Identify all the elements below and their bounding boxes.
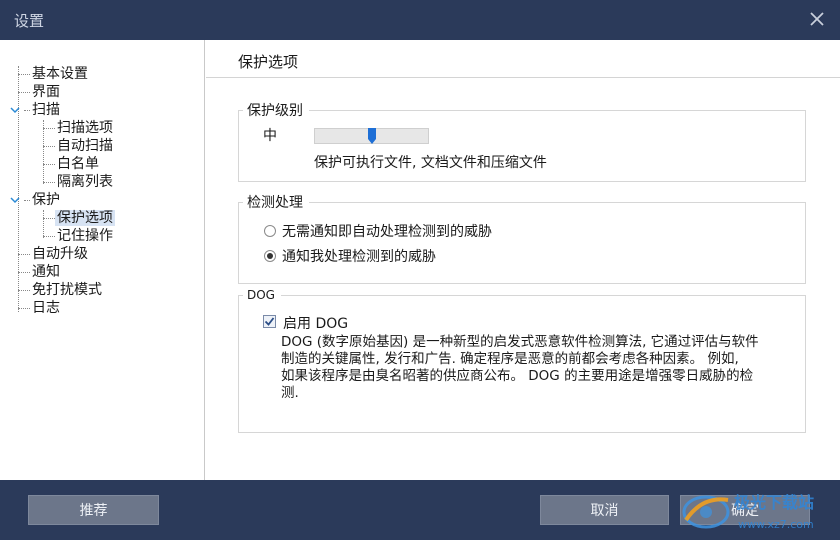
panel-header: 保护选项 [206,40,840,78]
recommend-button[interactable]: 推荐 [28,495,159,525]
dog-description-line: DOG (数字原始基因) 是一种新型的启发式恶意软件检测算法, 它通过评估与软件 [281,334,759,350]
slider-thumb-icon[interactable] [368,128,376,144]
check-icon [264,317,275,326]
window-title: 设置 [14,12,45,30]
radio-notify-me-label[interactable]: 通知我处理检测到的威胁 [282,246,436,266]
sidebar-item-logs[interactable]: 日志 [32,299,60,317]
radio-notify-me[interactable] [264,250,276,262]
detection-title: 检测处理 [243,192,309,212]
tree-line [18,272,30,273]
chevron-down-icon[interactable] [10,195,20,205]
dog-description-line: 如果该程序是由臭名昭著的供应商公布。 DOG 的主要用途是增强零日威胁的检 [281,368,754,384]
cancel-button[interactable]: 取消 [540,495,669,525]
tree-line [18,308,30,309]
sidebar-item-scan[interactable]: 扫描 [32,101,60,119]
tree-line [18,92,30,93]
detection-group: 检测处理 [238,192,806,284]
tree-line [24,200,30,201]
tree-line [43,164,55,165]
watermark-text: 极光下载站 [734,493,814,512]
site-watermark-logo: 极光下载站 www.xz7.com [682,493,814,531]
dog-description: DOG (数字原始基因) 是一种新型的启发式恶意软件检测算法, 它通过评估与软件… [281,334,811,402]
settings-nav-tree: 基本设置 界面 扫描 扫描选项 自动扫描 白名单 隔离列表 保护 保护选项 记住… [0,40,205,480]
close-icon[interactable] [806,8,828,30]
tree-line [43,120,44,184]
protection-level-description: 保护可执行文件, 文档文件和压缩文件 [314,155,547,171]
watermark-url: www.xz7.com [738,518,814,531]
tree-line [18,74,30,75]
sidebar-item-auto-update[interactable]: 自动升级 [32,245,88,263]
tree-line [24,110,30,111]
tree-line [43,182,55,183]
sidebar-item-whitelist[interactable]: 白名单 [57,155,99,173]
enable-dog-label[interactable]: 启用 DOG [283,313,348,333]
dog-title: DOG [243,288,281,302]
title-bar: 设置 [0,0,840,40]
tree-line [43,128,55,129]
tree-line [43,236,55,237]
radio-auto-handle-label[interactable]: 无需通知即自动处理检测到的威胁 [282,221,492,241]
tree-line [18,290,30,291]
sidebar-item-protection[interactable]: 保护 [32,191,60,209]
sidebar-item-notifications[interactable]: 通知 [32,263,60,281]
tree-line [18,254,30,255]
sidebar-item-quarantine[interactable]: 隔离列表 [57,173,113,191]
tree-line [43,210,44,238]
sidebar-item-basic-settings[interactable]: 基本设置 [32,65,88,83]
protection-level-value: 中 [263,128,277,144]
protection-level-slider[interactable] [314,128,429,144]
sidebar-item-remember-actions[interactable]: 记住操作 [57,227,113,245]
enable-dog-checkbox[interactable] [263,315,276,328]
sidebar-item-do-not-disturb[interactable]: 免打扰模式 [32,281,102,299]
radio-auto-handle[interactable] [264,225,276,237]
tree-line [43,146,55,147]
tree-line [18,66,19,312]
tree-line [43,218,55,219]
protection-level-title: 保护级别 [243,100,309,120]
sidebar-item-interface[interactable]: 界面 [32,83,60,101]
settings-content-panel: 保护选项 保护级别 中 保护可执行文件, 文档文件和压缩文件 检测处理 无需通知… [206,40,840,480]
sidebar-item-auto-scan[interactable]: 自动扫描 [57,137,113,155]
sidebar-item-protection-options[interactable]: 保护选项 [55,209,115,227]
dog-description-line: 制造的关键属性, 发行和广告. 确定程序是恶意的前都会考虑各种因素。 例如, [281,351,739,367]
sidebar-item-scan-options[interactable]: 扫描选项 [57,119,113,137]
dog-description-line: 测. [281,385,299,401]
page-title: 保护选项 [238,53,299,71]
chevron-down-icon[interactable] [10,105,20,115]
